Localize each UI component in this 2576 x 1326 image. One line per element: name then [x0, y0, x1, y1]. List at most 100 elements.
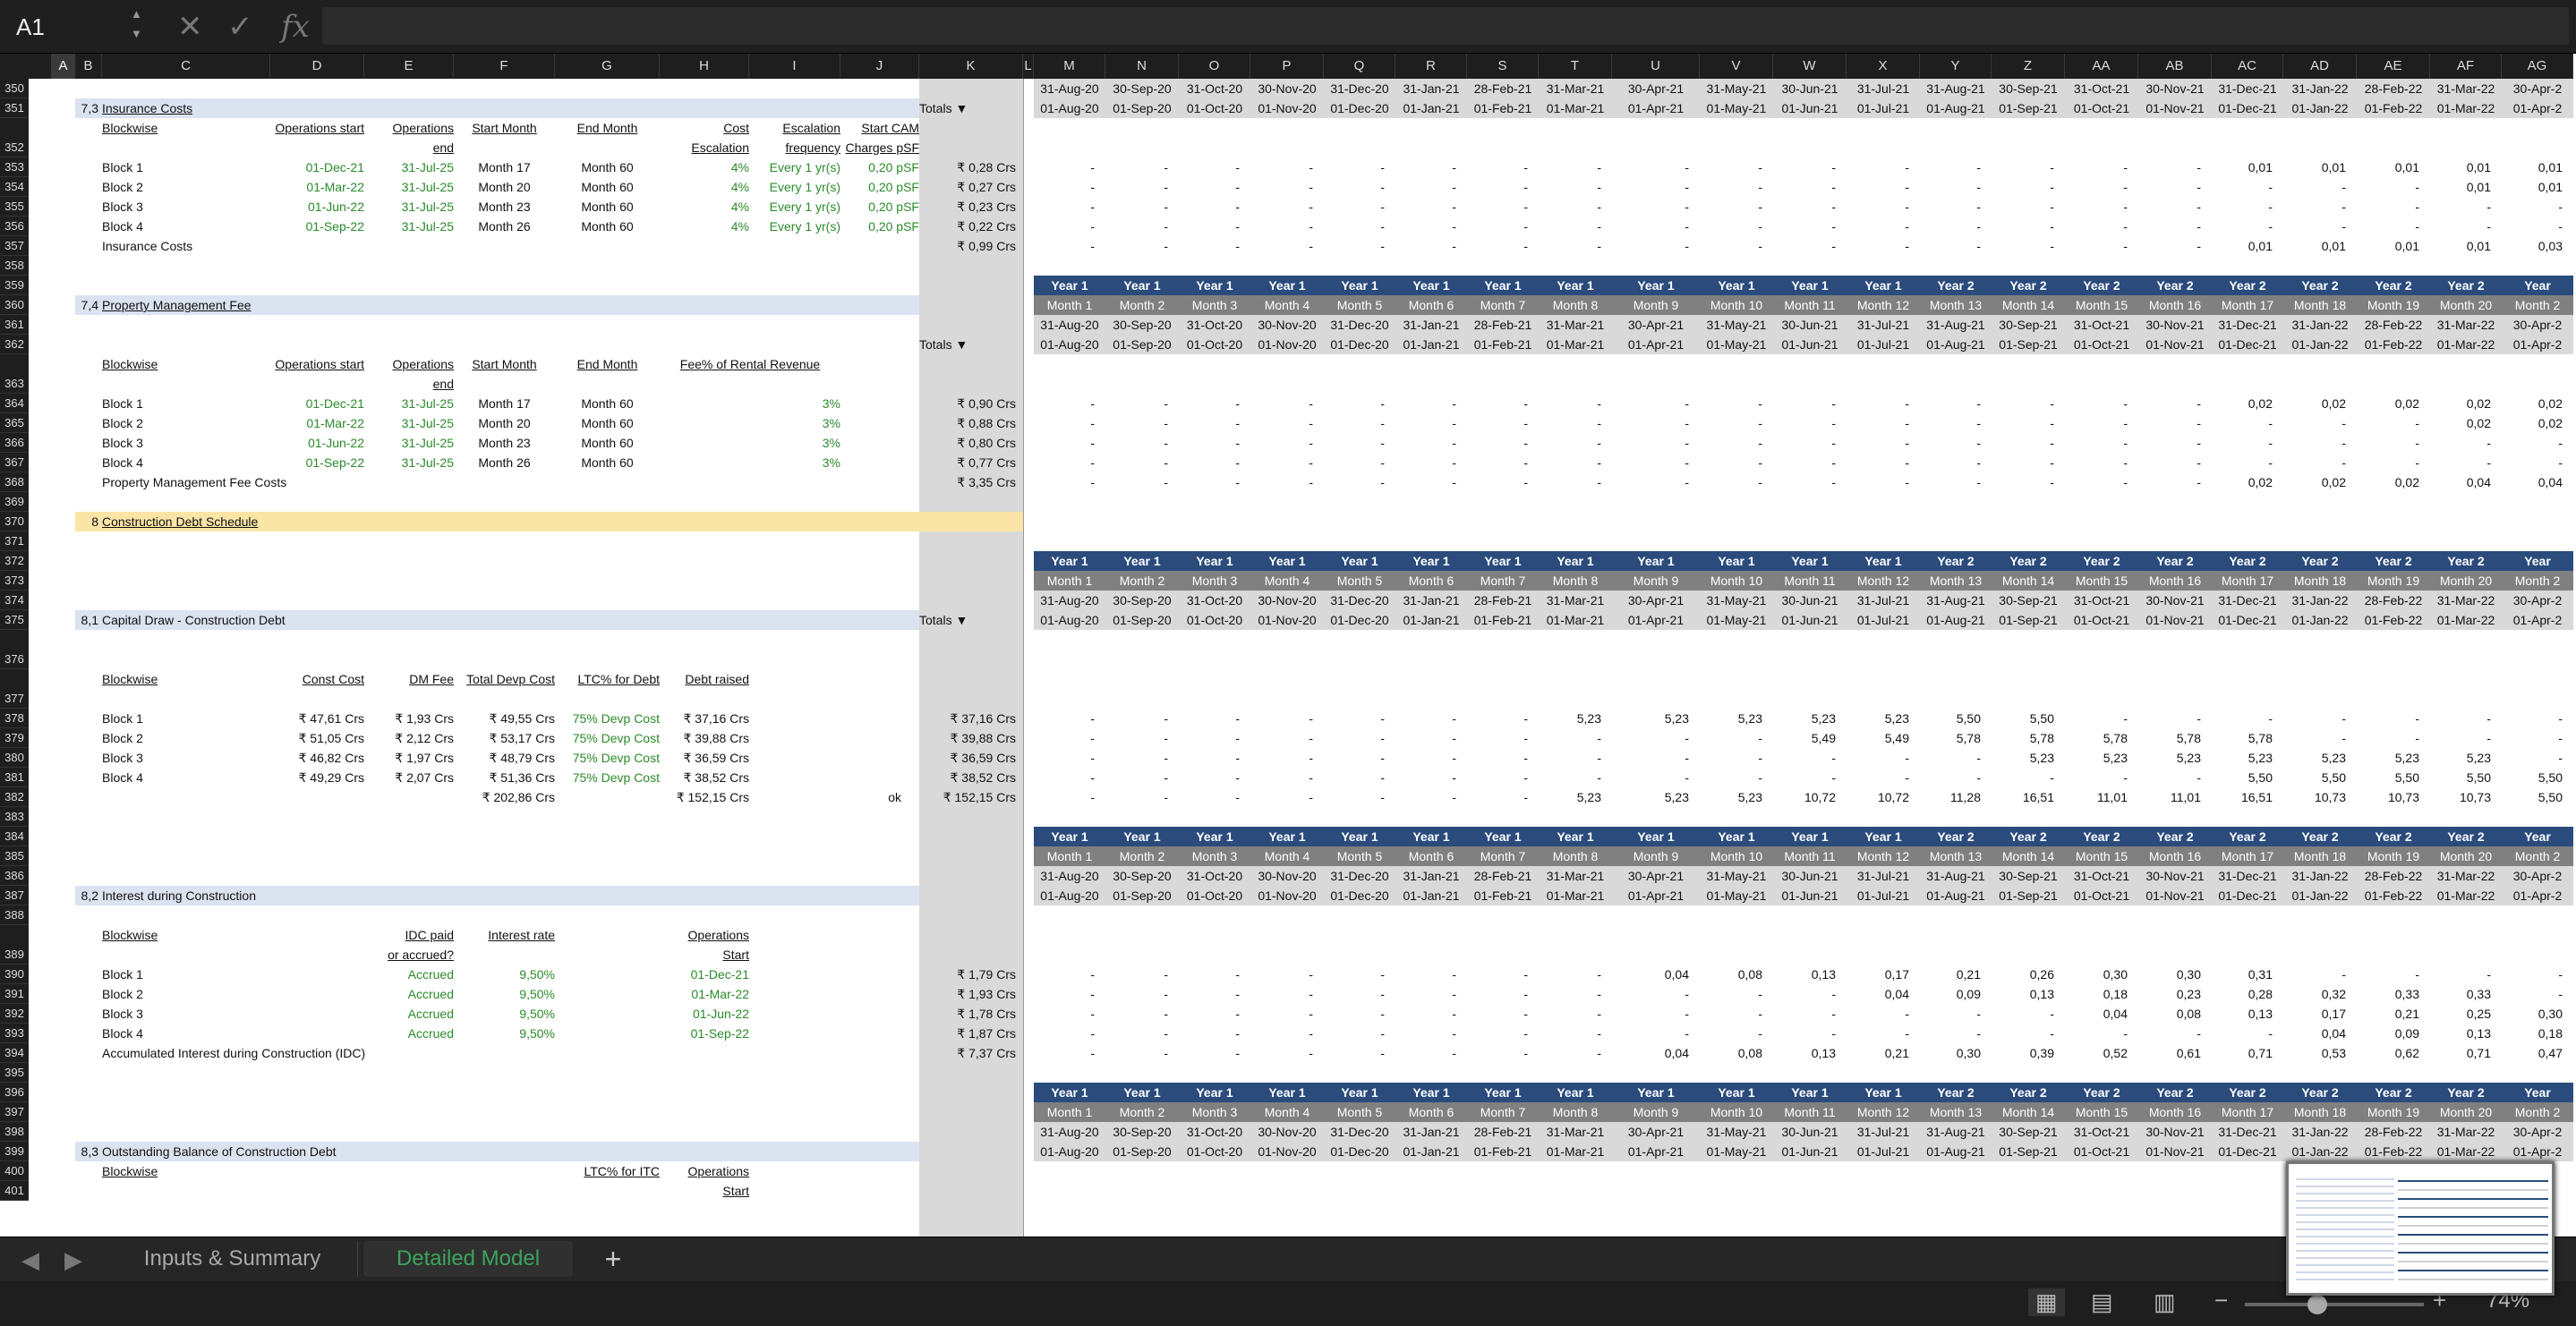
row-header[interactable]: 373 — [0, 571, 29, 591]
row-header[interactable]: 398 — [0, 1122, 29, 1142]
row-header[interactable]: 382 — [0, 787, 29, 807]
cancel-icon[interactable]: ✕ — [177, 7, 203, 47]
column-header[interactable]: G — [555, 54, 660, 79]
row-header[interactable]: 350 — [0, 79, 29, 98]
row-header[interactable]: 359 — [0, 276, 29, 295]
next-sheet-icon[interactable]: ▶ — [64, 1246, 82, 1274]
column-header[interactable]: AC — [2212, 54, 2283, 79]
row-header[interactable]: 371 — [0, 531, 29, 551]
column-header[interactable]: R — [1395, 54, 1467, 79]
column-header[interactable]: Q — [1324, 54, 1395, 79]
row-header[interactable]: 362 — [0, 335, 29, 354]
prev-sheet-icon[interactable]: ◀ — [21, 1246, 39, 1274]
corner-cell[interactable] — [0, 54, 52, 79]
row-header[interactable]: 364 — [0, 394, 29, 413]
column-header[interactable]: N — [1105, 54, 1179, 79]
column-header[interactable]: S — [1467, 54, 1539, 79]
column-header[interactable]: F — [454, 54, 555, 79]
column-header[interactable]: AD — [2283, 54, 2357, 79]
row-header[interactable]: 376 — [0, 630, 29, 669]
row-header[interactable]: 380 — [0, 748, 29, 768]
row-header[interactable]: 365 — [0, 413, 29, 433]
confirm-icon[interactable]: ✓ — [227, 7, 253, 47]
row-header[interactable]: 391 — [0, 984, 29, 1004]
column-header[interactable]: AA — [2065, 54, 2138, 79]
row-header[interactable]: 384 — [0, 827, 29, 846]
row-header[interactable]: 372 — [0, 551, 29, 571]
row-header[interactable]: 387 — [0, 886, 29, 905]
column-header[interactable]: H — [660, 54, 749, 79]
row-header[interactable]: 390 — [0, 965, 29, 984]
row-header[interactable]: 360 — [0, 295, 29, 315]
row-header[interactable]: 389 — [0, 925, 29, 965]
row-header[interactable]: 366 — [0, 433, 29, 453]
column-header[interactable]: M — [1034, 54, 1105, 79]
column-header[interactable]: AF — [2430, 54, 2502, 79]
column-header[interactable]: K — [919, 54, 1023, 79]
row-header[interactable]: 370 — [0, 512, 29, 531]
page-layout-icon[interactable]: ▤ — [2091, 1288, 2113, 1316]
column-header[interactable]: X — [1847, 54, 1920, 79]
row-header[interactable]: 356 — [0, 217, 29, 236]
formula-input[interactable] — [322, 7, 2569, 45]
row-header[interactable]: 386 — [0, 866, 29, 886]
name-box-down-icon[interactable]: ▼ — [131, 27, 142, 40]
row-header[interactable]: 395 — [0, 1063, 29, 1083]
row-header[interactable]: 357 — [0, 236, 29, 256]
column-header[interactable]: AB — [2138, 54, 2212, 79]
column-header[interactable]: A — [52, 54, 75, 79]
spreadsheet-grid[interactable]: A B C D E F G H I J K L M N O P Q R S T U V W X Y Z AA AB AC AD AE AF AG… — [0, 54, 2576, 1237]
row-header[interactable]: 367 — [0, 453, 29, 472]
row-header[interactable]: 385 — [0, 846, 29, 866]
row-header[interactable]: 363 — [0, 354, 29, 394]
row-header[interactable]: 393 — [0, 1024, 29, 1043]
row-header[interactable]: 396 — [0, 1083, 29, 1102]
column-header[interactable]: B — [75, 54, 102, 79]
column-header[interactable]: U — [1612, 54, 1700, 79]
row-header[interactable]: 400 — [0, 1161, 29, 1181]
column-header[interactable]: J — [840, 54, 919, 79]
column-header[interactable]: Z — [1992, 54, 2065, 79]
column-header[interactable]: AE — [2357, 54, 2430, 79]
column-header[interactable]: V — [1700, 54, 1773, 79]
row-header[interactable]: 399 — [0, 1142, 29, 1161]
column-header[interactable]: C — [102, 54, 270, 79]
tab-detailed-model[interactable]: Detailed Model — [363, 1241, 573, 1277]
row-header[interactable]: 354 — [0, 177, 29, 197]
column-header[interactable]: L — [1023, 54, 1034, 79]
column-header[interactable]: D — [270, 54, 364, 79]
row-header[interactable]: 374 — [0, 591, 29, 610]
column-header[interactable]: Y — [1920, 54, 1992, 79]
row-header[interactable]: 397 — [0, 1102, 29, 1122]
row-header[interactable]: 379 — [0, 728, 29, 748]
row-header[interactable]: 369 — [0, 492, 29, 512]
column-header[interactable]: AG — [2502, 54, 2573, 79]
column-header[interactable]: T — [1539, 54, 1612, 79]
row-header[interactable]: 361 — [0, 315, 29, 335]
row-header[interactable]: 392 — [0, 1004, 29, 1024]
zoom-slider-thumb[interactable] — [2307, 1295, 2327, 1314]
page-break-icon[interactable]: ▥ — [2154, 1288, 2176, 1316]
zoom-slider[interactable] — [2245, 1295, 2424, 1314]
row-header[interactable]: 377 — [0, 669, 29, 709]
row-header[interactable]: 353 — [0, 157, 29, 177]
row-header[interactable]: 401 — [0, 1181, 29, 1201]
sheet-overview-thumbnail[interactable] — [2286, 1161, 2555, 1296]
tab-inputs-summary[interactable]: Inputs & Summary — [107, 1241, 358, 1277]
row-header[interactable]: 381 — [0, 768, 29, 787]
column-header[interactable]: W — [1773, 54, 1847, 79]
fx-icon[interactable]: fx — [281, 7, 310, 47]
normal-view-icon[interactable]: ▦ — [2028, 1288, 2065, 1316]
row-header[interactable]: 383 — [0, 807, 29, 827]
add-sheet-button[interactable]: + — [591, 1241, 635, 1277]
row-header[interactable]: 378 — [0, 709, 29, 728]
column-header[interactable]: I — [749, 54, 840, 79]
zoom-out-button[interactable]: − — [2214, 1287, 2228, 1314]
row-header[interactable]: 352 — [0, 118, 29, 157]
row-header[interactable]: 394 — [0, 1043, 29, 1063]
row-header[interactable]: 375 — [0, 610, 29, 630]
row-header[interactable]: 388 — [0, 905, 29, 925]
row-header[interactable]: 358 — [0, 256, 29, 276]
row-header[interactable]: 355 — [0, 197, 29, 217]
column-header[interactable]: O — [1179, 54, 1250, 79]
